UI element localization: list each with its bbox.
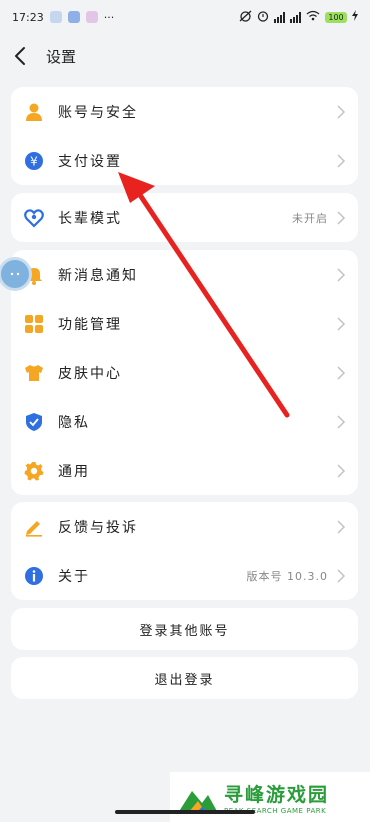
settings-item-skin-center[interactable]: 皮肤中心 <box>11 348 358 397</box>
battery-icon: 100 <box>325 11 347 23</box>
app-notification-icon-2 <box>67 11 80 23</box>
shield-icon <box>24 412 44 432</box>
chevron-right-icon <box>337 267 346 282</box>
back-button[interactable] <box>14 41 36 71</box>
back-arrow-icon <box>15 47 25 65</box>
grid-icon <box>24 314 44 334</box>
alarm-icon <box>257 10 269 25</box>
app-notification-icon <box>49 11 62 23</box>
yuan-icon: ¥ <box>24 151 44 171</box>
chevron-right-icon <box>337 210 346 225</box>
svg-text:¥: ¥ <box>30 154 38 168</box>
settings-item-label: 隐私 <box>58 414 90 431</box>
shirt-icon <box>24 363 44 383</box>
info-icon <box>24 566 44 586</box>
chevron-right-icon <box>337 365 346 380</box>
status-bar: 17:23 ··· 100 <box>0 0 370 34</box>
alarm-off-icon <box>239 10 252 25</box>
chevron-right-icon <box>337 414 346 429</box>
chevron-right-icon <box>337 463 346 478</box>
settings-item-label: 功能管理 <box>58 316 122 333</box>
login-other-account-button[interactable]: 登录其他账号 <box>11 608 358 650</box>
signal-icon-2 <box>290 11 301 23</box>
settings-item-label: 长辈模式 <box>58 210 122 227</box>
settings-item-about[interactable]: 关于 版本号 10.3.0 <box>11 551 358 600</box>
settings-item-general[interactable]: 通用 <box>11 446 358 495</box>
settings-item-privacy[interactable]: 隐私 <box>11 397 358 446</box>
settings-item-account-security[interactable]: 账号与安全 <box>11 87 358 136</box>
settings-item-label: 反馈与投诉 <box>58 519 138 536</box>
settings-group-about: 反馈与投诉 关于 版本号 10.3.0 <box>11 502 358 600</box>
settings-item-label: 关于 <box>58 568 90 585</box>
app-version: 版本号 10.3.0 <box>246 569 328 583</box>
settings-item-elder-mode[interactable]: 长辈模式 未开启 <box>11 193 358 242</box>
signal-icon <box>274 11 285 23</box>
status-time: 17:23 <box>12 10 44 24</box>
settings-group-general: 新消息通知 功能管理 皮肤中心 隐私 通用 <box>11 250 358 495</box>
chevron-right-icon <box>337 316 346 331</box>
settings-item-feedback[interactable]: 反馈与投诉 <box>11 502 358 551</box>
wifi-icon <box>306 10 320 24</box>
chevron-right-icon <box>337 519 346 534</box>
home-indicator[interactable] <box>115 810 255 814</box>
settings-item-label: 新消息通知 <box>58 267 138 284</box>
page-title: 设置 <box>46 47 77 66</box>
settings-item-label: 账号与安全 <box>58 104 138 121</box>
chevron-right-icon <box>337 568 346 583</box>
logout-button[interactable]: 退出登录 <box>11 657 358 699</box>
face-icon <box>10 272 20 276</box>
mountain-logo-icon <box>178 791 218 813</box>
settings-item-label: 皮肤中心 <box>58 365 122 382</box>
chevron-right-icon <box>337 104 346 119</box>
watermark-title: 寻峰游戏园 <box>224 783 330 806</box>
app-notification-icon-3 <box>85 11 98 23</box>
settings-item-label: 通用 <box>58 463 90 480</box>
more-notifications-icon: ··· <box>103 10 115 24</box>
person-icon <box>24 102 44 122</box>
heart-icon <box>24 208 44 228</box>
settings-item-notifications[interactable]: 新消息通知 <box>11 250 358 299</box>
watermark-logo: 寻峰游戏园 PEAK SEARCH GAME PARK <box>170 772 370 822</box>
header: 设置 <box>0 38 370 74</box>
settings-item-feature-management[interactable]: 功能管理 <box>11 299 358 348</box>
settings-group-account: 账号与安全 ¥ 支付设置 <box>11 87 358 185</box>
settings-item-payment[interactable]: ¥ 支付设置 <box>11 136 358 185</box>
elder-mode-status: 未开启 <box>292 211 328 225</box>
pencil-icon <box>24 517 44 537</box>
settings-item-label: 支付设置 <box>58 153 122 170</box>
charging-icon <box>352 10 358 24</box>
settings-group-elder-mode: 长辈模式 未开启 <box>11 193 358 242</box>
chevron-right-icon <box>337 153 346 168</box>
gear-icon <box>24 461 44 481</box>
